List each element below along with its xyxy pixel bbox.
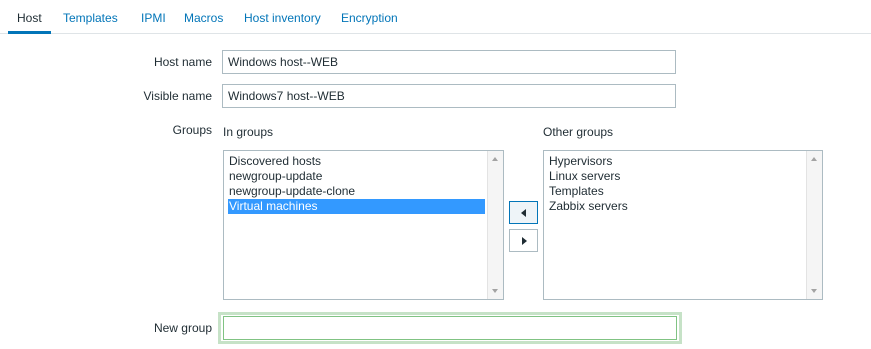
host-name-label: Host name xyxy=(153,55,212,69)
other-groups-listbox[interactable]: Hypervisors Linux servers Templates Zabb… xyxy=(543,150,823,300)
tab-host-inventory[interactable]: Host inventory xyxy=(244,0,321,33)
list-item[interactable]: Zabbix servers xyxy=(548,199,804,214)
other-groups-items: Hypervisors Linux servers Templates Zabb… xyxy=(548,154,804,214)
list-item[interactable]: Hypervisors xyxy=(548,154,804,169)
scroll-up-icon[interactable] xyxy=(492,157,498,161)
other-groups-scrollbar[interactable] xyxy=(806,151,822,299)
in-groups-label: In groups xyxy=(223,125,274,139)
host-edit-page: Host Templates IPMI Macros Host inventor… xyxy=(0,0,871,349)
in-groups-items: Discovered hosts newgroup-update newgrou… xyxy=(228,154,485,214)
chevron-right-icon xyxy=(522,237,527,245)
tab-ipmi[interactable]: IPMI xyxy=(141,0,166,33)
visible-name-input[interactable] xyxy=(222,84,676,108)
list-item[interactable]: newgroup-update-clone xyxy=(228,184,485,199)
list-item-selected[interactable]: Virtual machines xyxy=(228,199,485,214)
list-item[interactable]: Templates xyxy=(548,184,804,199)
other-groups-label: Other groups xyxy=(543,125,614,139)
tab-macros[interactable]: Macros xyxy=(184,0,223,33)
new-group-input[interactable] xyxy=(223,316,677,340)
chevron-left-icon xyxy=(521,209,526,217)
scroll-up-icon[interactable] xyxy=(811,157,817,161)
tab-templates[interactable]: Templates xyxy=(63,0,118,33)
list-item[interactable]: newgroup-update xyxy=(228,169,485,184)
move-to-in-groups-button[interactable] xyxy=(509,201,538,224)
tab-bar: Host Templates IPMI Macros Host inventor… xyxy=(0,0,871,34)
scroll-down-icon[interactable] xyxy=(492,289,498,293)
visible-name-label: Visible name xyxy=(143,89,212,103)
new-group-focus-ring xyxy=(218,312,682,344)
in-groups-listbox[interactable]: Discovered hosts newgroup-update newgrou… xyxy=(223,150,504,300)
tab-host[interactable]: Host xyxy=(8,0,51,34)
groups-label: Groups xyxy=(172,123,212,137)
new-group-label: New group xyxy=(153,321,212,335)
list-item[interactable]: Discovered hosts xyxy=(228,154,485,169)
in-groups-scrollbar[interactable] xyxy=(487,151,503,299)
move-to-other-groups-button[interactable] xyxy=(509,229,538,252)
list-item[interactable]: Linux servers xyxy=(548,169,804,184)
tab-encryption[interactable]: Encryption xyxy=(341,0,398,33)
host-name-input[interactable] xyxy=(222,50,676,74)
scroll-down-icon[interactable] xyxy=(811,289,817,293)
